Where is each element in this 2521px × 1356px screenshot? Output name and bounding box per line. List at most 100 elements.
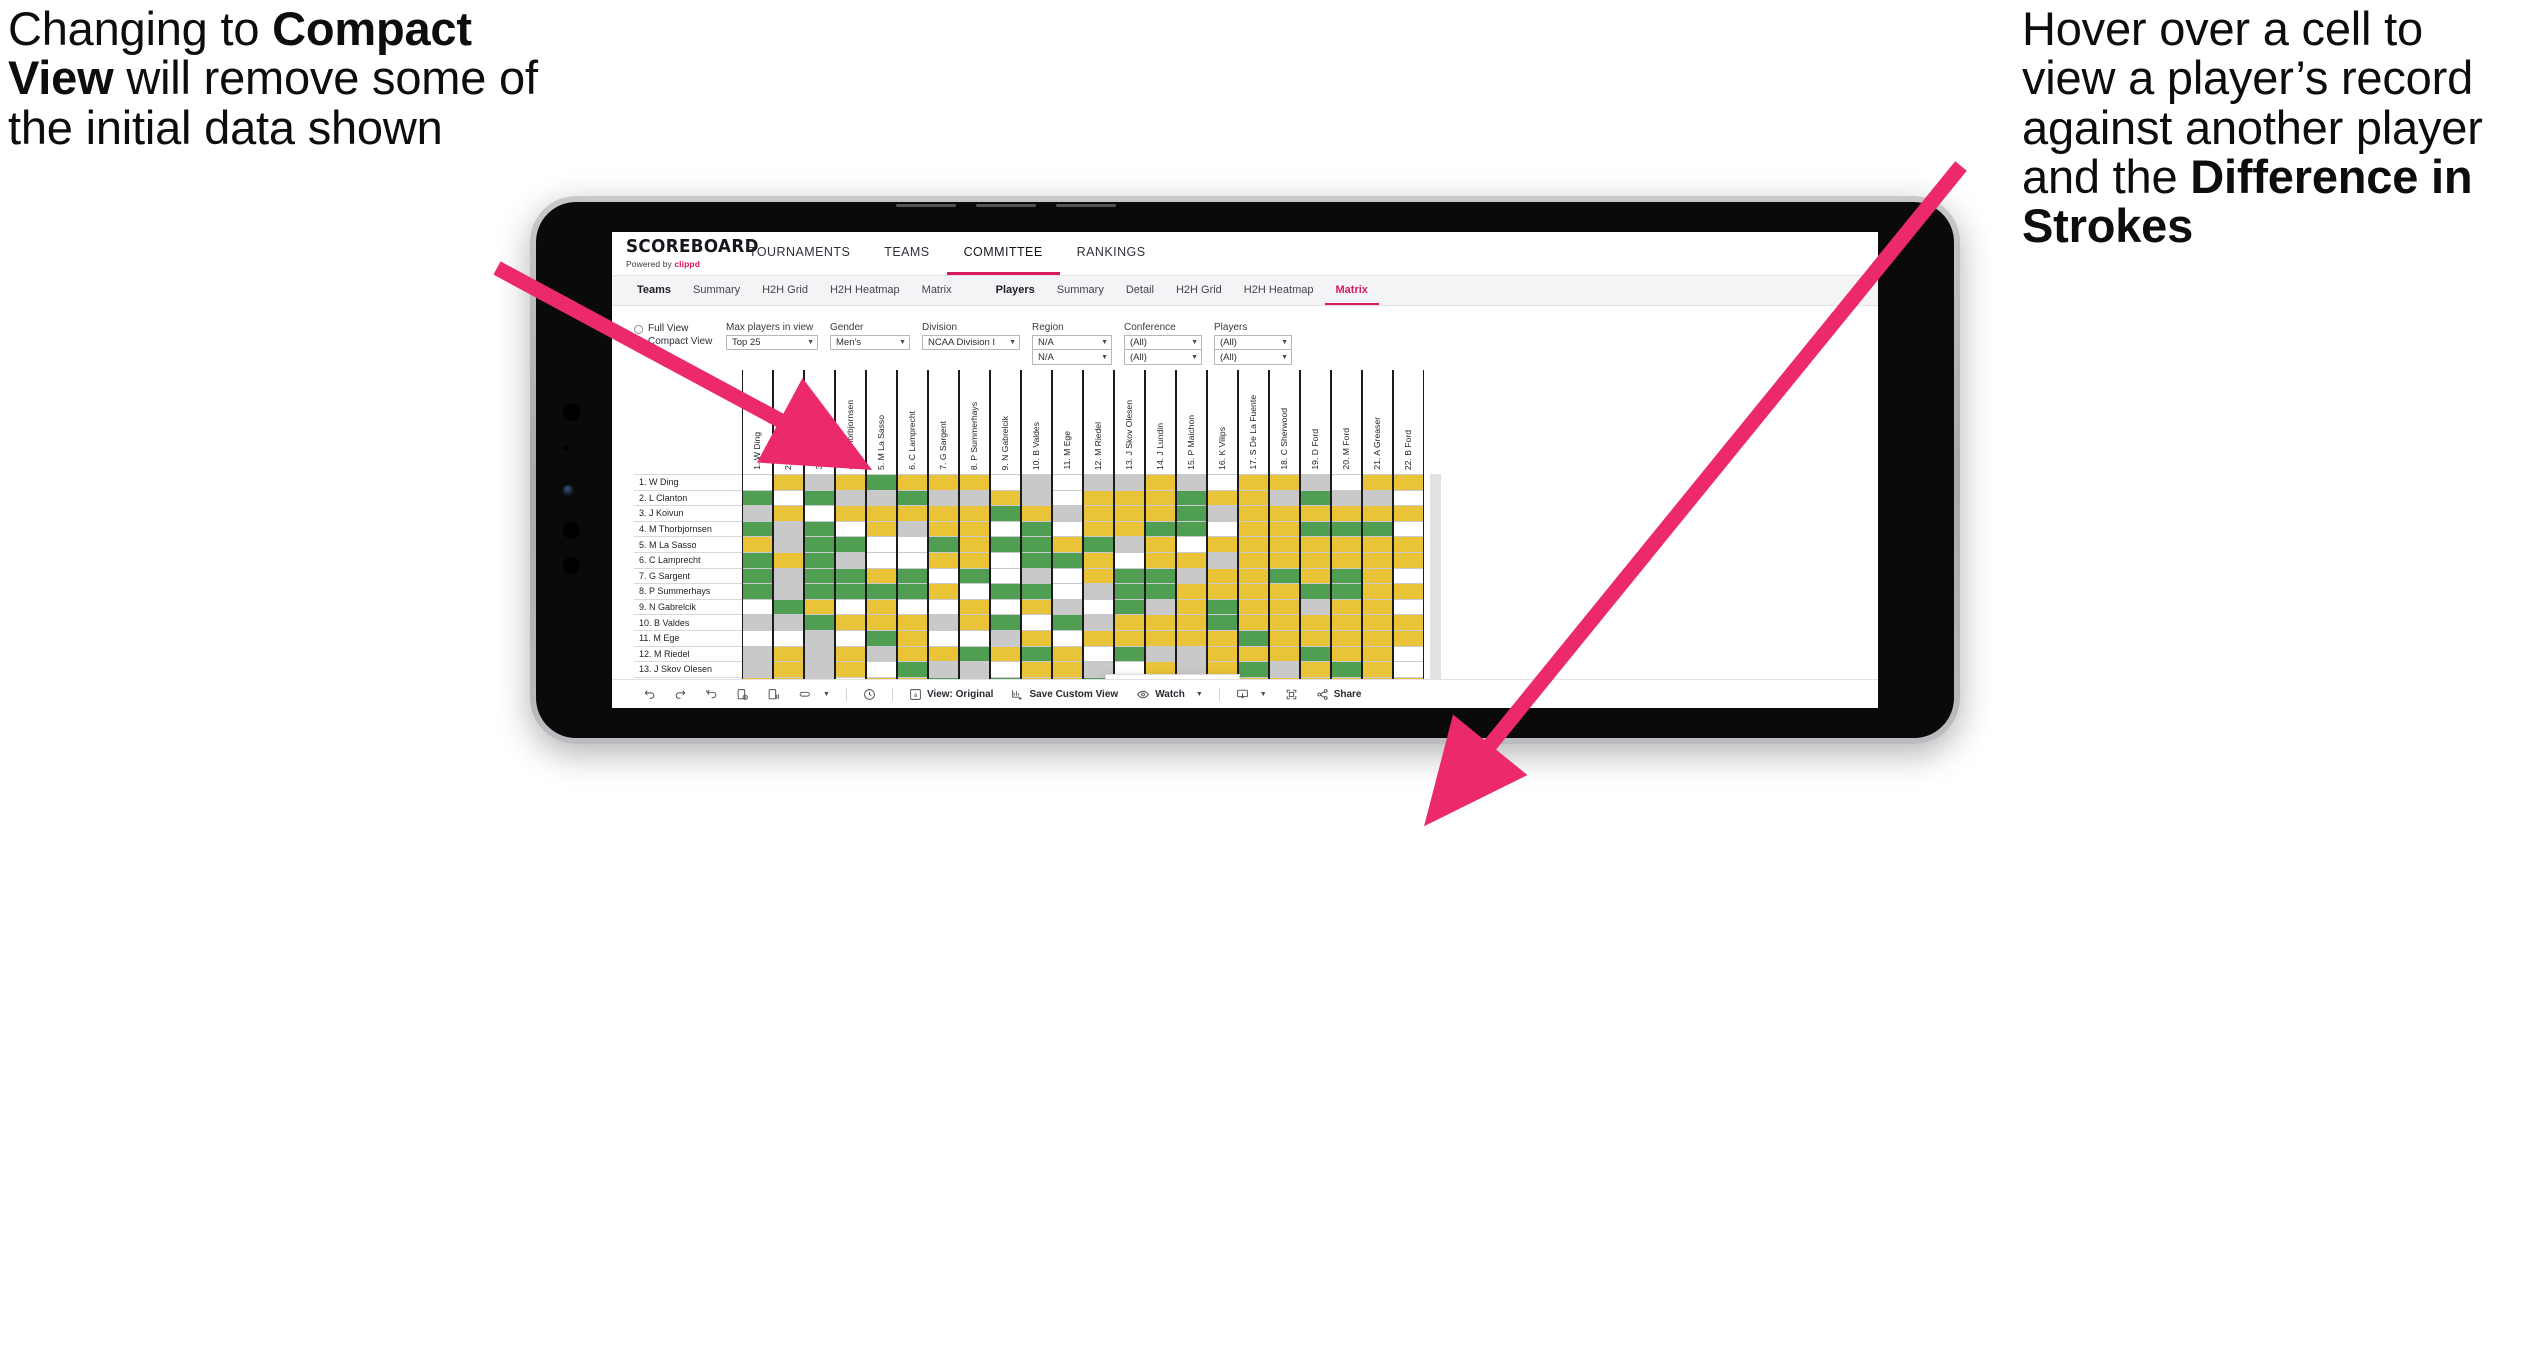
matrix-cell[interactable] [1301,629,1330,646]
subtab-players-summary[interactable]: Summary [1046,276,1115,305]
matrix-cell[interactable] [743,551,772,568]
matrix-cell[interactable] [1363,598,1392,615]
matrix-cell[interactable] [1301,598,1330,615]
matrix-cell[interactable] [867,505,896,521]
matrix-cell[interactable] [743,489,772,506]
nav-tab-rankings[interactable]: RANKINGS [1060,232,1163,275]
toolbar-view-button[interactable]: a View: Original [900,688,1003,701]
matrix-cell[interactable] [836,489,865,506]
filter-select-region-1[interactable]: N/A ▼ [1032,335,1112,350]
matrix-cell[interactable] [1146,505,1175,521]
matrix-cell[interactable] [836,520,865,537]
matrix-cell[interactable] [1394,474,1423,490]
matrix-cell[interactable] [1053,629,1082,646]
row-header[interactable]: 5. M La Sasso [634,536,742,552]
matrix-cell[interactable] [1332,598,1361,615]
filter-select-players-1[interactable]: (All) ▼ [1214,335,1292,350]
matrix-cell[interactable] [1363,520,1392,537]
matrix-cell[interactable] [1022,614,1051,630]
matrix-cell[interactable] [1177,551,1206,568]
matrix-cell[interactable] [1301,614,1330,630]
matrix-cell[interactable] [836,551,865,568]
matrix-cell[interactable] [898,614,927,630]
matrix-cell[interactable] [1053,567,1082,584]
matrix-cell[interactable] [898,661,927,677]
matrix-cell[interactable] [929,614,958,630]
matrix-cell[interactable] [1146,489,1175,506]
matrix-cell[interactable] [1363,505,1392,521]
column-header[interactable]: 18. C Sherwood [1269,370,1300,474]
matrix-cell[interactable] [1053,661,1082,677]
matrix-cell[interactable] [1208,645,1237,662]
column-header[interactable]: 7. G Sargent [928,370,959,474]
matrix-cell[interactable] [836,661,865,677]
matrix-cell[interactable] [1146,551,1175,568]
matrix-cell[interactable] [805,661,834,677]
matrix-cell[interactable] [1239,567,1268,584]
subtab-teams-summary[interactable]: Summary [682,276,751,305]
matrix-cell[interactable] [743,629,772,646]
toolbar-revert-button[interactable] [696,688,727,701]
matrix-cell[interactable] [867,551,896,568]
chevron-down-icon[interactable]: ▼ [1191,354,1198,361]
matrix-cell[interactable] [898,645,927,662]
matrix-cell[interactable] [1146,567,1175,584]
subtab-players-matrix[interactable]: Matrix [1324,276,1379,305]
row-header[interactable]: 12. M Riedel [634,645,742,662]
matrix-cell[interactable] [1053,614,1082,630]
row-header[interactable]: 9. N Gabrelcik [634,598,742,615]
row-header[interactable]: 1. W Ding [634,474,742,490]
matrix-cell[interactable] [1084,489,1113,506]
column-header[interactable]: 15. P Maichon [1176,370,1207,474]
matrix-cell[interactable] [1394,645,1423,662]
matrix-cell[interactable] [1394,629,1423,646]
matrix-cell[interactable] [898,536,927,552]
matrix-cell[interactable] [1022,567,1051,584]
matrix-cell[interactable] [1394,520,1423,537]
matrix-cell[interactable] [991,645,1020,662]
matrix-cell[interactable] [805,676,834,679]
matrix-cell[interactable] [960,489,989,506]
column-header[interactable]: 10. B Valdes [1021,370,1052,474]
matrix-cell[interactable] [774,536,803,552]
matrix-cell[interactable] [898,551,927,568]
matrix-cell[interactable] [1022,520,1051,537]
matrix-cell[interactable] [960,676,989,679]
row-header[interactable]: 2. L Clanton [634,489,742,506]
matrix-cell[interactable] [774,474,803,490]
toolbar-watch-button[interactable]: Watch ▼ [1127,688,1212,701]
vertical-scrollbar[interactable] [1430,474,1441,679]
matrix-cell[interactable] [1084,629,1113,646]
matrix-cell[interactable] [1301,536,1330,552]
matrix-cell[interactable] [1177,536,1206,552]
row-header[interactable]: 8. P Summerhays [634,583,742,599]
matrix-cell[interactable] [867,583,896,599]
matrix-cell[interactable] [1270,645,1299,662]
matrix-cell[interactable] [929,676,958,679]
matrix-cell[interactable] [836,474,865,490]
matrix-cell[interactable] [1146,474,1175,490]
matrix-cell[interactable] [1053,520,1082,537]
matrix-cell[interactable] [1177,583,1206,599]
matrix-cell[interactable] [1115,583,1144,599]
matrix-cell[interactable] [1239,614,1268,630]
matrix-cell[interactable] [774,614,803,630]
matrix-cell[interactable] [929,474,958,490]
matrix-cell[interactable] [1115,567,1144,584]
matrix-cell[interactable] [929,645,958,662]
matrix-cell[interactable] [867,629,896,646]
chevron-down-icon[interactable]: ▼ [1191,339,1198,346]
matrix-cell[interactable] [1053,489,1082,506]
subtab-players-players[interactable]: Players [985,276,1046,305]
matrix-cell[interactable] [898,474,927,490]
matrix-cell[interactable] [805,645,834,662]
matrix-cell[interactable] [774,676,803,679]
matrix-cell[interactable] [1115,536,1144,552]
matrix-cell[interactable] [1208,614,1237,630]
view-mode-toggle[interactable]: Full View Compact View [634,322,726,350]
matrix-cell[interactable] [867,645,896,662]
matrix-cell[interactable] [805,614,834,630]
matrix-cell[interactable] [1332,567,1361,584]
matrix-cell[interactable] [1332,583,1361,599]
chevron-down-icon[interactable]: ▼ [1260,691,1267,698]
